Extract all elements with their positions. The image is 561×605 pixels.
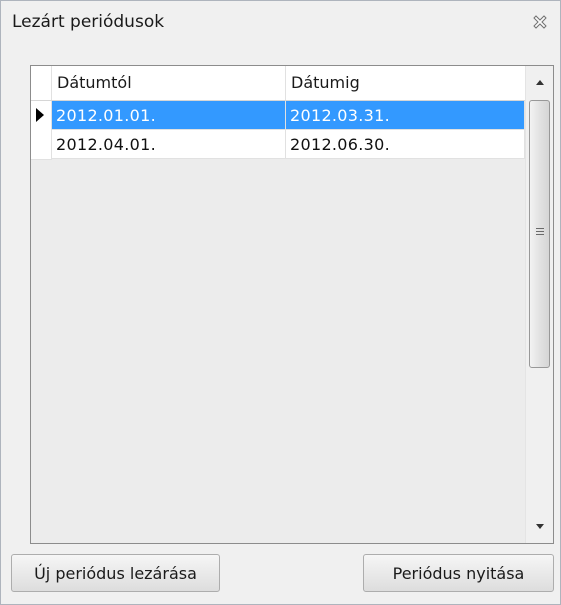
row-header[interactable]: [31, 130, 52, 160]
scroll-grip-icon: [536, 228, 544, 236]
cell-to[interactable]: 2012.06.30.: [286, 130, 525, 159]
column-header-to[interactable]: Dátumig: [286, 66, 525, 100]
close-icon: [533, 15, 547, 29]
cell-to[interactable]: 2012.03.31.: [286, 101, 525, 130]
column-header-from[interactable]: Dátumtól: [52, 66, 286, 100]
scroll-up-button[interactable]: [526, 66, 553, 100]
close-new-period-button[interactable]: Új periódus lezárása: [11, 554, 220, 592]
vertical-scrollbar[interactable]: [525, 66, 553, 543]
cell-from[interactable]: 2012.01.01.: [52, 101, 286, 130]
close-button[interactable]: [530, 13, 550, 33]
grid-corner-cell: [31, 66, 52, 100]
table-row[interactable]: 2012.01.01. 2012.03.31.: [31, 101, 525, 131]
grid-header: Dátumtól Dátumig: [31, 66, 525, 101]
window-title: Lezárt periódusok: [12, 12, 165, 32]
cell-from[interactable]: 2012.04.01.: [52, 130, 286, 159]
dialog-window: Lezárt periódusok Dátumtól Dátumig 2012.…: [0, 0, 561, 605]
title-bar: Lezárt periódusok: [1, 1, 560, 43]
open-period-button[interactable]: Periódus nyitása: [363, 554, 554, 592]
scroll-down-button[interactable]: [526, 509, 553, 543]
table-row[interactable]: 2012.04.01. 2012.06.30.: [31, 130, 525, 160]
chevron-down-icon: [536, 524, 544, 529]
row-header[interactable]: [31, 101, 52, 131]
scroll-thumb[interactable]: [529, 100, 550, 368]
periods-grid[interactable]: Dátumtól Dátumig 2012.01.01. 2012.03.31.…: [30, 65, 554, 544]
row-pointer-arrow-icon: [36, 108, 44, 122]
chevron-up-icon: [536, 80, 544, 85]
